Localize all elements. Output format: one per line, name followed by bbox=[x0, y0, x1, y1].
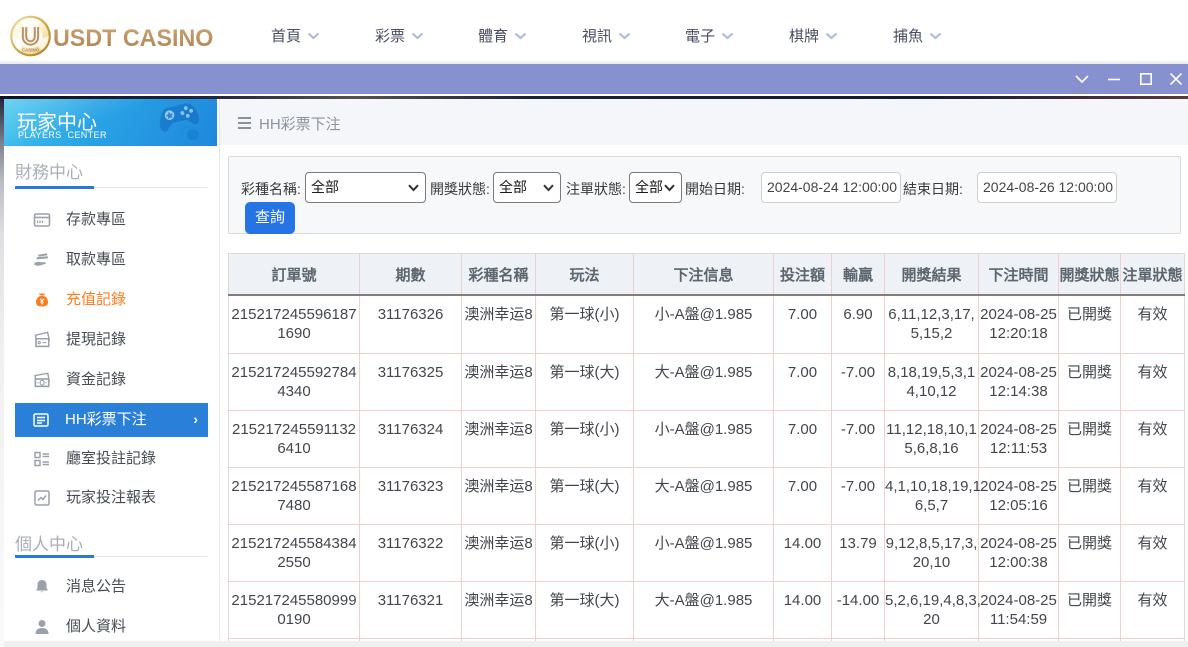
svg-text:CASINO: CASINO bbox=[22, 47, 40, 52]
